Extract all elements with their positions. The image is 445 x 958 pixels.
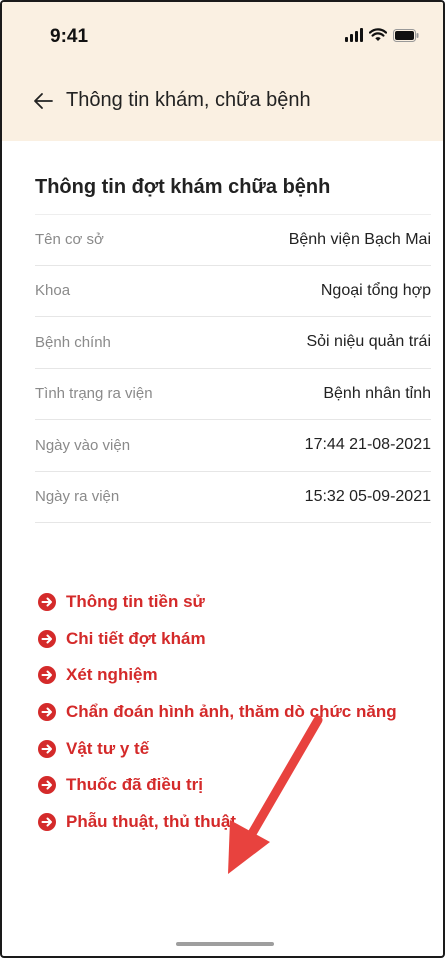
battery-icon [393, 28, 419, 42]
row-label: Khoa [35, 282, 71, 300]
status-bar: 9:41 [2, 2, 443, 72]
detail-links: Thông tin tiền sử Chi tiết đợt khám Xét … [38, 584, 438, 840]
arrow-circle-right-icon [38, 703, 56, 722]
row-label: Bệnh chính [35, 333, 111, 351]
arrow-circle-right-icon [38, 629, 56, 648]
arrow-circle-right-icon [38, 739, 56, 758]
info-row-main-disease: Bệnh chính Sỏi niệu quản trái [35, 317, 431, 369]
link-label: Thông tin tiền sử [66, 592, 205, 612]
section-title: Thông tin đợt khám chữa bệnh [35, 176, 331, 198]
link-surgery-procedures[interactable]: Phẫu thuật, thủ thuật [38, 804, 438, 841]
info-row-discharge-date: Ngày ra viện 15:32 05-09-2021 [35, 472, 431, 523]
row-value: 17:44 21-08-2021 [304, 436, 431, 454]
link-label: Thuốc đã điều trị [66, 775, 203, 795]
page-title: Thông tin khám, chữa bệnh [66, 89, 311, 111]
row-label: Ngày ra viện [35, 488, 120, 506]
link-medical-supplies[interactable]: Vật tư y tế [38, 730, 438, 767]
row-label: Tình trạng ra viện [35, 385, 153, 403]
info-list: Tên cơ sở Bệnh viện Bạch Mai Khoa Ngoại … [35, 214, 431, 523]
row-label: Ngày vào viện [35, 436, 131, 454]
row-value: Sỏi niệu quản trái [306, 333, 431, 351]
status-icons [345, 28, 419, 42]
link-label: Chi tiết đợt khám [66, 628, 206, 648]
signal-icon [345, 28, 363, 42]
info-row-facility: Tên cơ sở Bệnh viện Bạch Mai [35, 214, 431, 266]
info-row-discharge-status: Tình trạng ra viện Bệnh nhân tỉnh [35, 369, 431, 420]
link-label: Vật tư y tế [66, 738, 150, 758]
arrow-circle-right-icon [38, 812, 56, 831]
status-time: 9:41 [50, 26, 89, 47]
link-label: Phẫu thuật, thủ thuật [66, 811, 236, 831]
link-medical-history[interactable]: Thông tin tiền sử [38, 584, 438, 621]
app-bar: Thông tin khám, chữa bệnh [2, 72, 443, 141]
home-indicator [176, 942, 274, 946]
row-value: Bệnh viện Bạch Mai [288, 230, 431, 248]
link-label: Chẩn đoán hình ảnh, thăm dò chức năng [66, 702, 397, 722]
arrow-circle-right-icon [38, 776, 56, 795]
info-row-admission-date: Ngày vào viện 17:44 21-08-2021 [35, 420, 431, 472]
link-imaging-diagnostics[interactable]: Chẩn đoán hình ảnh, thăm dò chức năng [38, 694, 438, 731]
row-label: Tên cơ sở [35, 231, 104, 249]
row-value: Bệnh nhân tỉnh [323, 384, 431, 402]
arrow-left-icon[interactable] [32, 90, 54, 112]
link-label: Xét nghiệm [66, 665, 158, 685]
row-value: Ngoại tổng hợp [320, 281, 431, 299]
link-lab-tests[interactable]: Xét nghiệm [38, 657, 438, 694]
phone-screen: 9:41 Thông tin khám, chữa bệnh Thông tin… [0, 0, 445, 958]
link-medications[interactable]: Thuốc đã điều trị [38, 767, 438, 804]
info-row-department: Khoa Ngoại tổng hợp [35, 266, 431, 317]
link-visit-details[interactable]: Chi tiết đợt khám [38, 621, 438, 658]
wifi-icon [369, 28, 387, 41]
row-value: 15:32 05-09-2021 [304, 487, 431, 505]
arrow-circle-right-icon [38, 593, 56, 612]
arrow-circle-right-icon [38, 666, 56, 685]
